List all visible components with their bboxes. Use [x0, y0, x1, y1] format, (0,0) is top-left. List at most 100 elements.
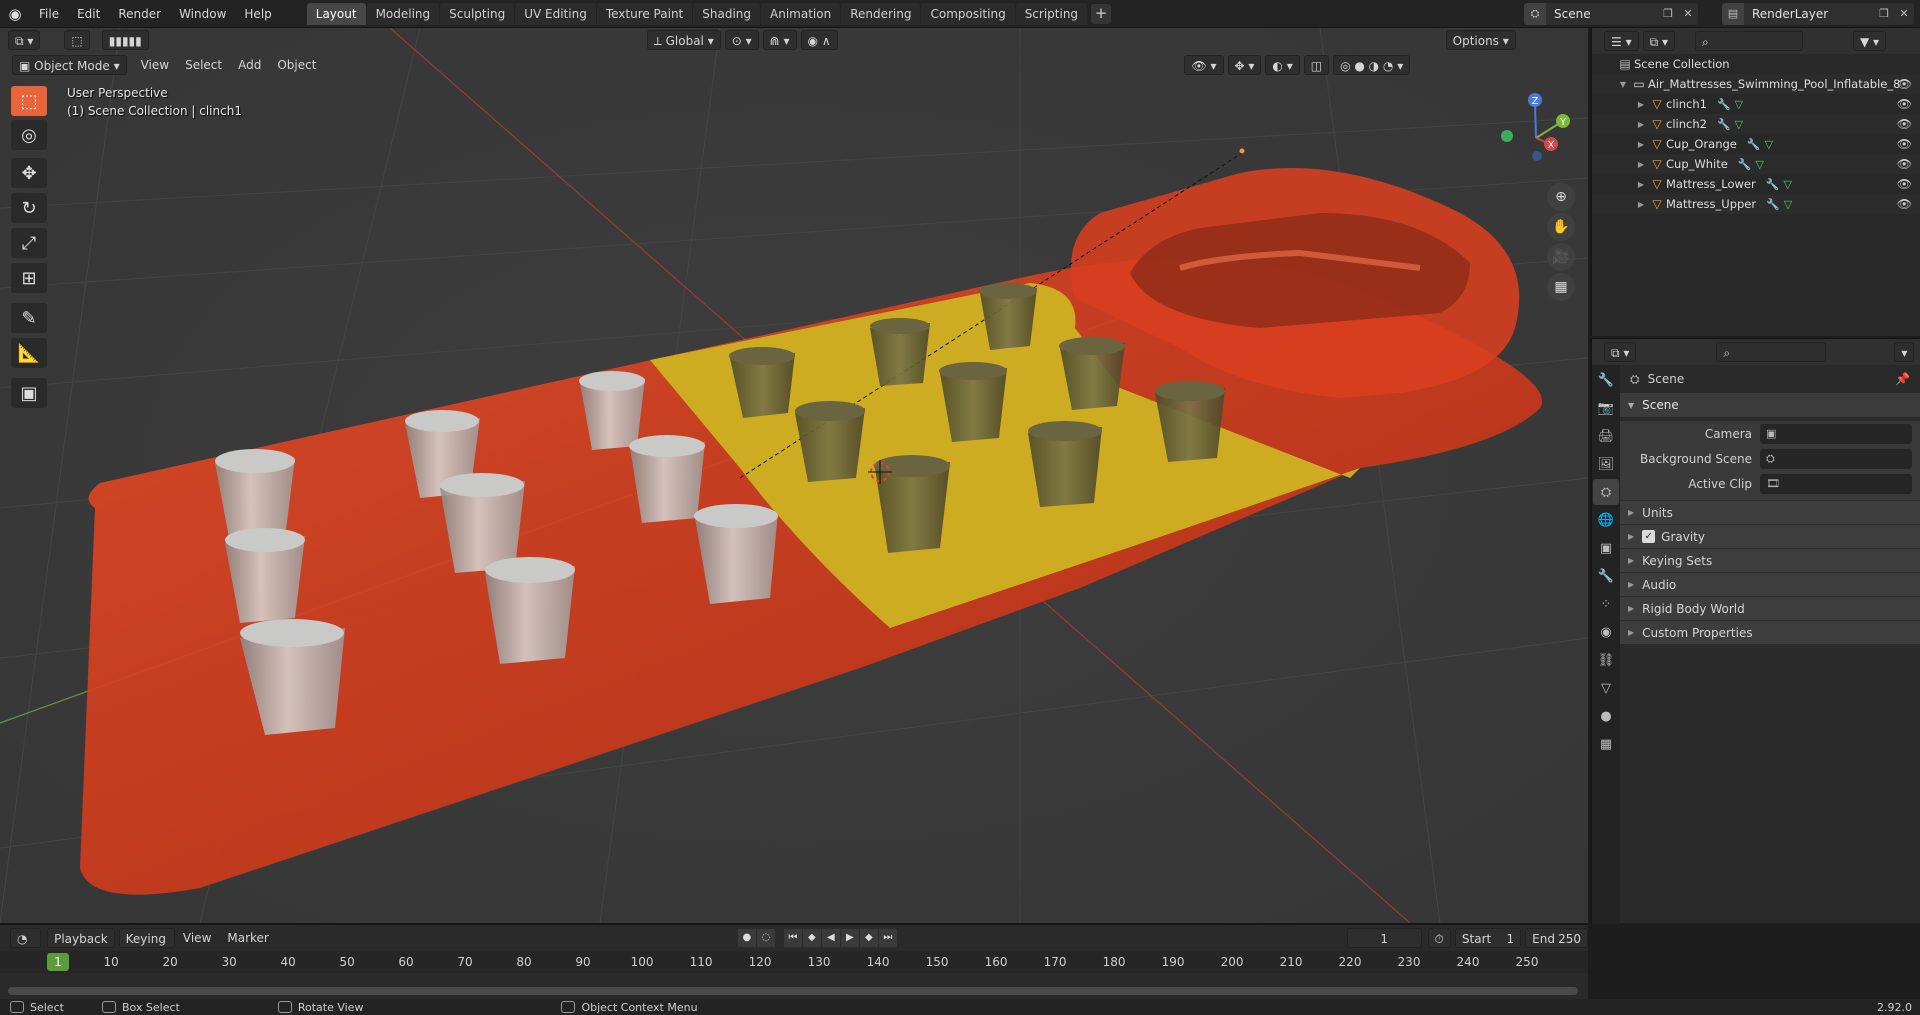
modifier-tab-icon[interactable]: 🔧	[1593, 563, 1619, 589]
menu-render[interactable]: Render	[109, 0, 170, 28]
playback-dropdown[interactable]: Playback ▾	[47, 927, 115, 966]
tab-rendering[interactable]: Rendering	[841, 2, 921, 25]
record-icon[interactable]: ●	[737, 928, 756, 947]
snap-icon[interactable]: ⋒ ▾	[762, 30, 797, 50]
options-dropdown[interactable]: Options ▾	[1445, 30, 1516, 50]
outliner-search-input[interactable]: ⌕	[1695, 31, 1804, 51]
units-panel[interactable]: ▶ Units	[1620, 500, 1920, 524]
expand-icon[interactable]: ▶	[1634, 120, 1648, 129]
viewport-menu-add[interactable]: Add	[230, 55, 269, 75]
zoom-icon[interactable]: ⊕	[1547, 183, 1575, 211]
scene-panel-header[interactable]: ▼ Scene	[1620, 393, 1920, 417]
material-tab-icon[interactable]: ●	[1593, 703, 1619, 729]
active-clip-field[interactable]: 🎞	[1760, 473, 1912, 494]
gizmo-icon[interactable]: ✥ ▾	[1227, 55, 1262, 75]
collapse-icon[interactable]: ▼	[1628, 401, 1634, 410]
audio-panel[interactable]: ▶ Audio	[1620, 572, 1920, 596]
editor-type-button[interactable]: ◔ ▾	[10, 927, 42, 966]
expand-icon[interactable]: ▶	[1634, 180, 1648, 189]
scale-tool-icon[interactable]: ⤢	[11, 228, 47, 258]
viewport-menu-object[interactable]: Object	[269, 55, 324, 75]
menu-help[interactable]: Help	[235, 0, 280, 28]
expand-icon[interactable]: ▶	[1628, 532, 1634, 541]
mode-dropdown[interactable]: ▣ Object Mode ▾	[12, 55, 127, 75]
scene-tab-icon[interactable]: ⛭	[1593, 479, 1619, 505]
rotate-tool-icon[interactable]: ↻	[11, 193, 47, 223]
xray-icon[interactable]: ◫	[1303, 55, 1330, 75]
object-tab-icon[interactable]: ▣	[1593, 535, 1619, 561]
texture-tab-icon[interactable]: ▦	[1593, 731, 1619, 757]
renderlayer-selector[interactable]: ▤ RenderLayer ❐ ✕	[1722, 3, 1914, 25]
expand-icon[interactable]: ▶	[1628, 604, 1634, 613]
world-tab-icon[interactable]: 🌐	[1593, 507, 1619, 533]
eye-icon[interactable]: 👁	[1897, 97, 1912, 111]
editor-type-button[interactable]: ⧉ ▾	[1604, 342, 1637, 362]
jump-start-icon[interactable]: ⏮	[783, 928, 802, 947]
overlay-icon[interactable]: ◐ ▾	[1265, 55, 1300, 75]
play-icon[interactable]: ▶	[840, 928, 859, 947]
expand-icon[interactable]: ▶	[1628, 628, 1634, 637]
gravity-checkbox[interactable]: ✓	[1642, 530, 1656, 543]
tab-shading[interactable]: Shading	[693, 2, 760, 25]
tab-modeling[interactable]: Modeling	[366, 2, 440, 25]
renderlayer-name[interactable]: RenderLayer	[1744, 7, 1874, 21]
expand-icon[interactable]: ▶	[1634, 200, 1648, 209]
close-icon[interactable]: ✕	[1894, 3, 1914, 25]
jump-end-icon[interactable]: ⏭	[878, 928, 897, 947]
timeline-scrollbar[interactable]	[8, 987, 1578, 995]
background-scene-field[interactable]: ⛭	[1760, 448, 1912, 469]
proportional-edit-icon[interactable]: ◉ ∧	[800, 30, 838, 50]
tab-uv-editing[interactable]: UV Editing	[515, 2, 596, 25]
start-frame-field[interactable]: Start 1	[1454, 927, 1522, 948]
add-cube-tool-icon[interactable]: ▣	[11, 378, 47, 408]
outliner-item-cup-white[interactable]: ▶ ▽ Cup_White 🔧 ▽ 👁	[1592, 154, 1920, 174]
camera-field[interactable]: ▣	[1760, 423, 1912, 444]
render-tab-icon[interactable]: 📷	[1593, 395, 1619, 421]
end-frame-field[interactable]: End 250	[1525, 927, 1588, 948]
output-tab-icon[interactable]: 🖨	[1593, 423, 1619, 449]
physics-tab-icon[interactable]: ◉	[1593, 619, 1619, 645]
outliner-scene-collection[interactable]: ▤ Scene Collection	[1592, 54, 1920, 74]
blender-logo-icon[interactable]: ◉	[0, 0, 30, 28]
pivot-point-icon[interactable]: ⊙ ▾	[724, 30, 759, 50]
clock-icon[interactable]: ⏱	[1427, 927, 1451, 948]
select-box-mode-icon[interactable]: ▮▮▮▮▮	[101, 30, 149, 50]
measure-tool-icon[interactable]: 📐	[11, 338, 47, 368]
keying-dropdown[interactable]: Keying ▾	[118, 927, 175, 966]
menu-file[interactable]: File	[30, 0, 68, 28]
transform-orientation-dropdown[interactable]: ⟂ Global ▾	[646, 30, 721, 50]
copy-icon[interactable]: ❐	[1658, 3, 1678, 25]
prev-keyframe-icon[interactable]: ◆	[802, 928, 821, 947]
viewport-menu-select[interactable]: Select	[177, 55, 230, 75]
tab-scripting[interactable]: Scripting	[1015, 2, 1088, 25]
keying-sets-panel[interactable]: ▶ Keying Sets	[1620, 548, 1920, 572]
add-workspace-button[interactable]: +	[1091, 3, 1112, 24]
data-tab-icon[interactable]: ▽	[1593, 675, 1619, 701]
cursor-tool-icon[interactable]: ◎	[11, 120, 47, 150]
filter-icon[interactable]: ▼ ▾	[1853, 31, 1887, 51]
expand-icon[interactable]: ▶	[1634, 140, 1648, 149]
close-icon[interactable]: ✕	[1678, 3, 1698, 25]
scene-name[interactable]: Scene	[1546, 7, 1658, 21]
copy-icon[interactable]: ❐	[1874, 3, 1894, 25]
3d-viewport[interactable]: Z Y X User Perspective (1) Scene Collect…	[0, 28, 1588, 923]
filter-mode-icon[interactable]: ⧉ ▾	[1642, 31, 1676, 51]
custom-properties-panel[interactable]: ▶ Custom Properties	[1620, 620, 1920, 644]
expand-icon[interactable]: ▶	[1628, 580, 1634, 589]
ortho-grid-icon[interactable]: ▦	[1547, 273, 1575, 301]
eye-icon[interactable]: 👁	[1897, 197, 1912, 211]
eye-icon[interactable]: 👁	[1897, 77, 1912, 91]
outliner-item-mattress-lower[interactable]: ▶ ▽ Mattress_Lower 🔧 ▽ 👁	[1592, 174, 1920, 194]
outliner-item-mattress-upper[interactable]: ▶ ▽ Mattress_Upper 🔧 ▽ 👁	[1592, 194, 1920, 214]
tab-layout[interactable]: Layout	[306, 2, 366, 25]
select-mode-icon[interactable]: ⬚	[64, 30, 90, 50]
eye-icon[interactable]: 👁	[1897, 157, 1912, 171]
move-tool-icon[interactable]: ✥	[11, 158, 47, 188]
eye-icon[interactable]: 👁	[1897, 137, 1912, 151]
transform-tool-icon[interactable]: ⊞	[11, 263, 47, 293]
scene-render[interactable]: Z Y X	[0, 28, 1588, 923]
current-frame-field[interactable]: 1	[1346, 927, 1422, 948]
visibility-icon[interactable]: 👁 ▾	[1184, 55, 1224, 75]
properties-menu-icon[interactable]: ▾	[1894, 342, 1915, 362]
constraints-tab-icon[interactable]: ⛓	[1593, 647, 1619, 673]
